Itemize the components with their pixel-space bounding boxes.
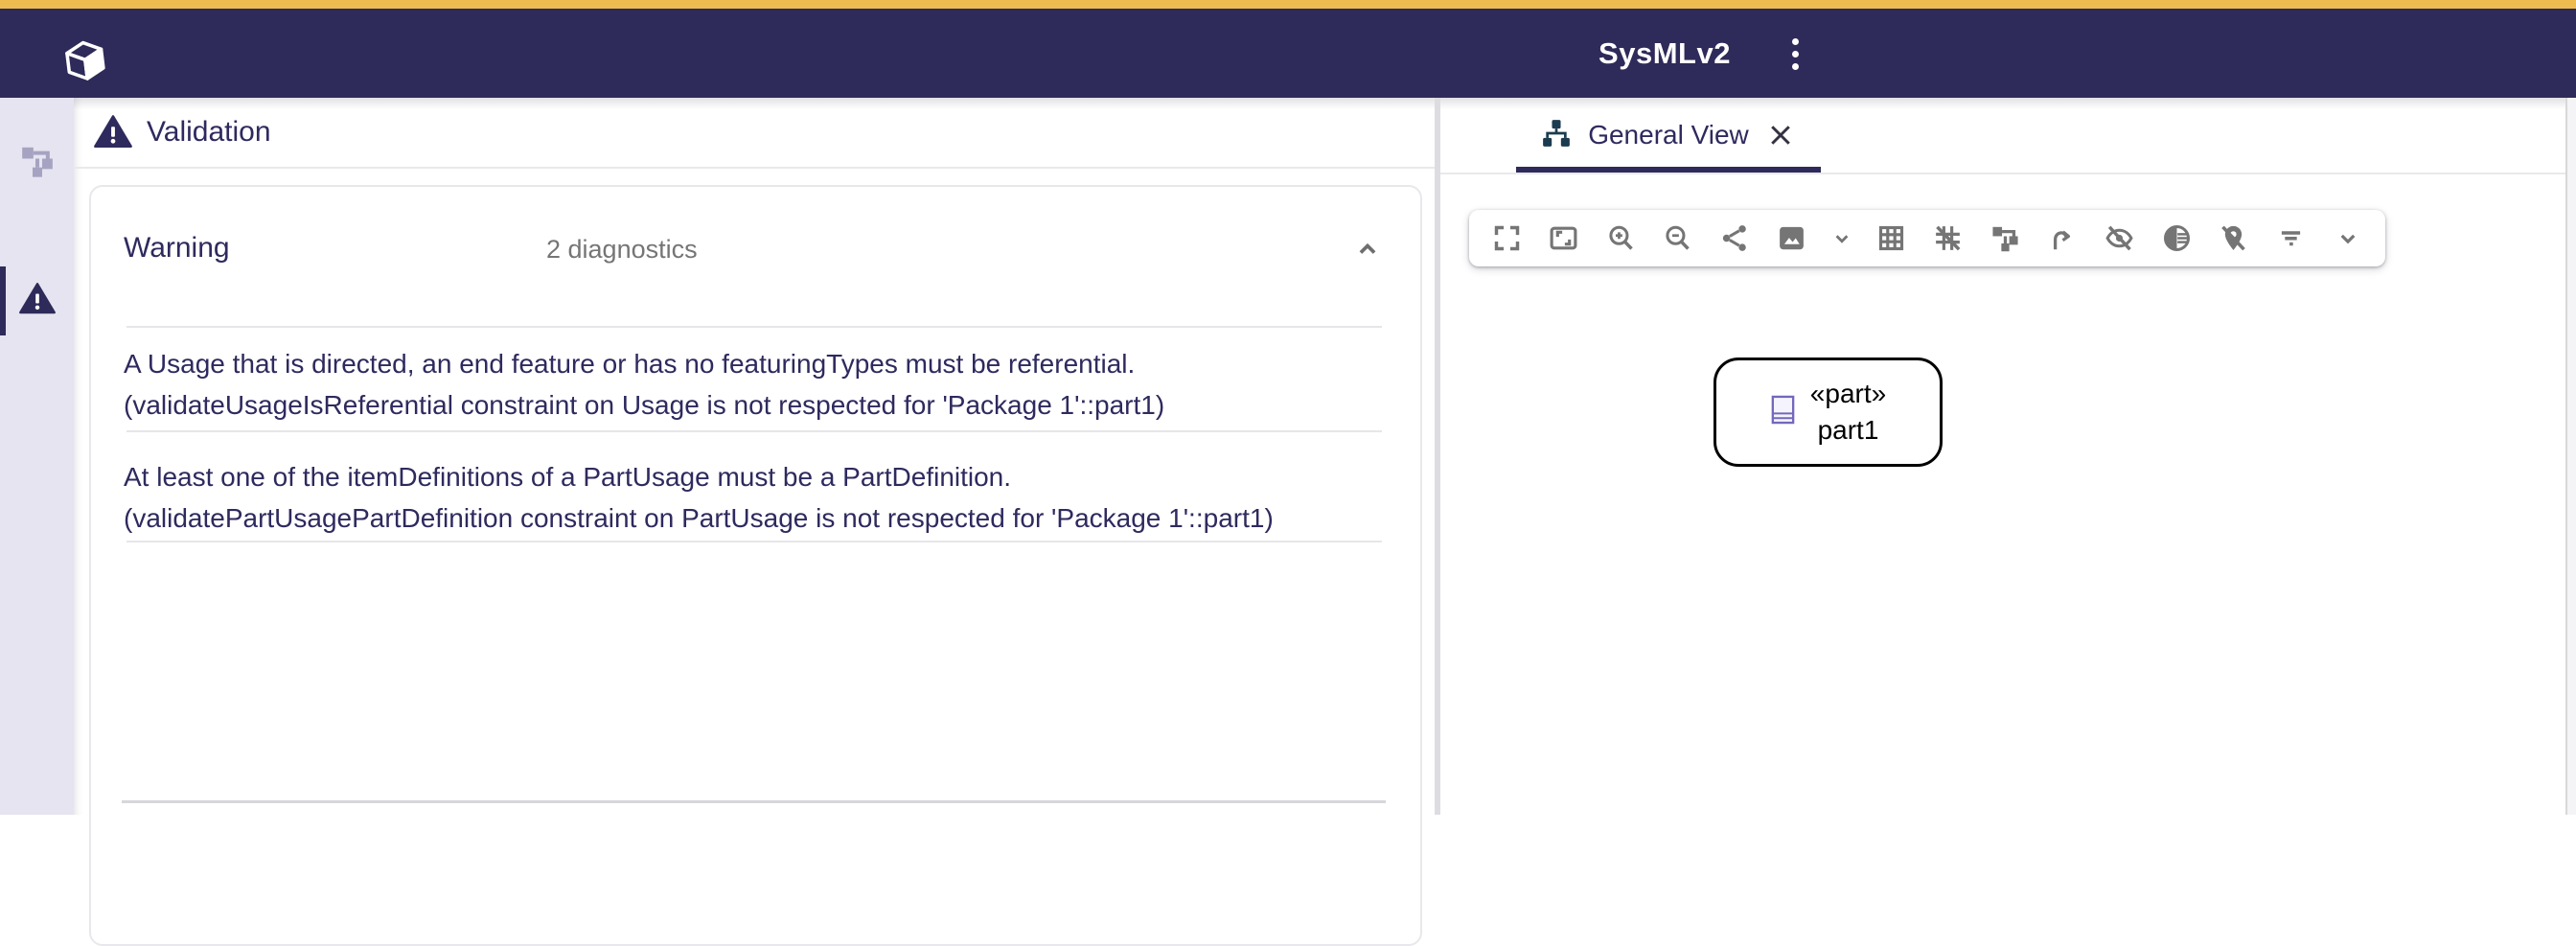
sitemap-icon bbox=[1540, 117, 1573, 154]
sidebar-item-explorer[interactable] bbox=[0, 128, 74, 197]
diagnostics-count: 2 diagnostics bbox=[546, 235, 698, 265]
reroute-arrow-icon bbox=[2046, 222, 2078, 254]
zoom-in-icon bbox=[1605, 222, 1637, 254]
more-tools-button[interactable] bbox=[2326, 217, 2370, 261]
collapse-button[interactable] bbox=[1346, 227, 1390, 271]
warning-icon bbox=[93, 113, 133, 151]
app-title: SysMLv2 bbox=[1598, 9, 1731, 98]
chevron-down-icon bbox=[2334, 224, 2362, 253]
diagnostics-card: Warning 2 diagnostics A Usage that is di… bbox=[89, 185, 1422, 946]
accent-top-strip bbox=[0, 0, 2576, 9]
unpin-button[interactable] bbox=[2212, 217, 2256, 261]
diagnostic-constraint: (validateUsageIsReferential constraint o… bbox=[124, 384, 1379, 426]
export-image-button[interactable] bbox=[1770, 217, 1814, 261]
node-name: part1 bbox=[1810, 412, 1886, 449]
eye-off-icon bbox=[2104, 222, 2135, 254]
pin-off-icon bbox=[2218, 222, 2249, 254]
divider bbox=[126, 430, 1382, 432]
hierarchy-icon bbox=[1990, 222, 2021, 254]
fit-to-screen-button[interactable] bbox=[1484, 217, 1529, 261]
hierarchy-button[interactable] bbox=[1983, 217, 2027, 261]
chevron-up-icon bbox=[1351, 233, 1384, 265]
panel-title: Validation bbox=[147, 116, 271, 149]
diagram-toolbar bbox=[1469, 210, 2385, 266]
reroute-button[interactable] bbox=[2040, 217, 2084, 261]
diagram-panel: General View bbox=[1440, 98, 2565, 815]
fit-to-screen-icon bbox=[1491, 222, 1523, 254]
export-image-menu-button[interactable] bbox=[1828, 217, 1856, 261]
share-button[interactable] bbox=[1713, 217, 1757, 261]
diagram-node-part1[interactable]: «part» part1 bbox=[1714, 358, 1943, 467]
sidebar-item-validation[interactable] bbox=[0, 266, 74, 335]
grid-button[interactable] bbox=[1869, 217, 1913, 261]
zoom-out-icon bbox=[1662, 222, 1693, 254]
hide-button[interactable] bbox=[2098, 217, 2142, 261]
close-icon bbox=[1766, 121, 1795, 150]
zoom-out-button[interactable] bbox=[1656, 217, 1700, 261]
fade-button[interactable] bbox=[2154, 217, 2198, 261]
diagnostic-message: At least one of the itemDefinitions of a… bbox=[124, 456, 1379, 497]
diagnostics-group-header: Warning 2 diagnostics bbox=[91, 187, 1420, 311]
tab-general-view[interactable]: General View bbox=[1516, 98, 1821, 173]
severity-label: Warning bbox=[124, 232, 230, 265]
zoom-in-button[interactable] bbox=[1598, 217, 1643, 261]
right-scroll-strip[interactable] bbox=[2565, 98, 2576, 815]
contrast-icon bbox=[2161, 222, 2193, 254]
diagnostic-constraint: (validatePartUsagePartDefinition constra… bbox=[124, 497, 1379, 539]
chevron-down-icon bbox=[1829, 226, 1854, 251]
filter-button[interactable] bbox=[2268, 217, 2312, 261]
node-stereotype: «part» bbox=[1810, 376, 1886, 412]
app-logo-cube-icon bbox=[59, 37, 111, 85]
diagnostic-message: A Usage that is directed, an end feature… bbox=[124, 343, 1379, 384]
tab-label: General View bbox=[1588, 120, 1749, 150]
diagram-tab-bar: General View bbox=[1440, 98, 2565, 174]
kebab-menu-icon[interactable] bbox=[1777, 26, 1813, 81]
divider bbox=[126, 541, 1382, 542]
grid-icon bbox=[1875, 222, 1907, 254]
fit-selection-icon bbox=[1548, 222, 1579, 254]
left-rail bbox=[0, 98, 74, 815]
diagnostic-row[interactable]: At least one of the itemDefinitions of a… bbox=[124, 456, 1379, 539]
validation-panel-header: Validation bbox=[74, 98, 1435, 169]
image-icon bbox=[1776, 222, 1807, 254]
node-label: «part» part1 bbox=[1810, 376, 1886, 449]
close-tab-button[interactable] bbox=[1764, 119, 1797, 151]
fit-selection-button[interactable] bbox=[1542, 217, 1586, 261]
hierarchy-icon bbox=[18, 142, 57, 185]
divider-bottom bbox=[122, 800, 1386, 803]
active-tab-underline bbox=[1516, 167, 1821, 173]
part-compartment-icon bbox=[1770, 395, 1796, 429]
grid-off-icon bbox=[1932, 222, 1964, 254]
validation-panel: Validation Warning 2 diagnostics A Usage… bbox=[74, 98, 1435, 815]
grid-off-button[interactable] bbox=[1926, 217, 1970, 261]
app-header: SysMLv2 bbox=[0, 9, 2576, 98]
share-icon bbox=[1719, 222, 1751, 254]
divider bbox=[126, 326, 1382, 328]
filter-icon bbox=[2275, 222, 2307, 254]
warning-icon bbox=[18, 281, 57, 322]
diagnostic-row[interactable]: A Usage that is directed, an end feature… bbox=[124, 343, 1379, 426]
